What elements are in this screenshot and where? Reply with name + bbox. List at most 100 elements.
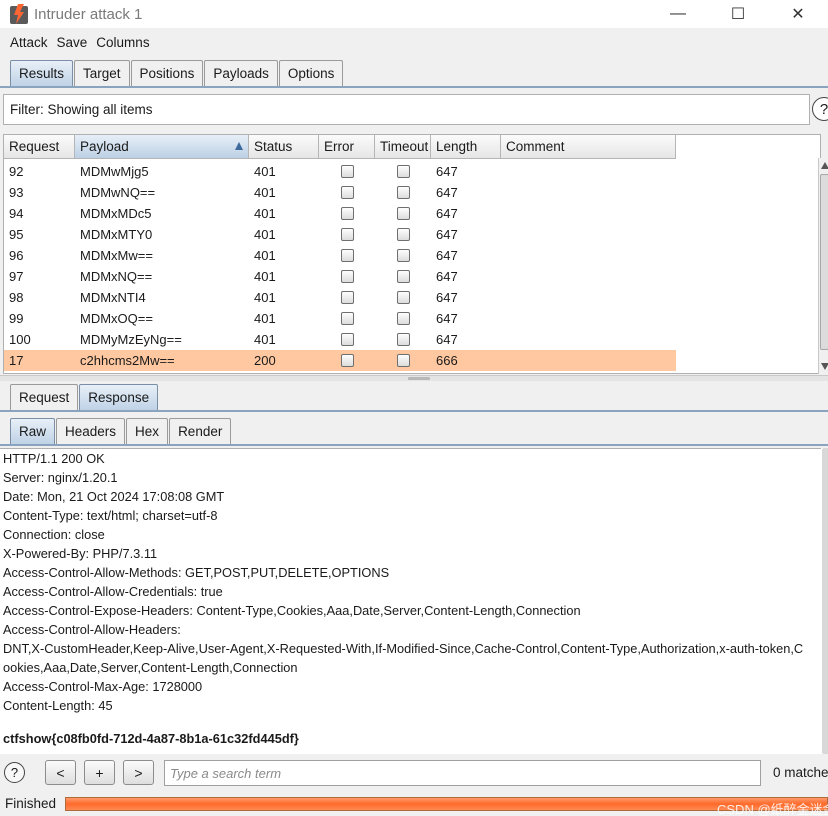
error-checkbox[interactable]: [340, 270, 354, 283]
search-input[interactable]: Type a search term: [164, 760, 761, 786]
timeout-checkbox[interactable]: [396, 354, 410, 367]
help-icon[interactable]: ?: [4, 762, 25, 783]
table-row[interactable]: 92 MDMwMjg5 401 647: [4, 161, 676, 182]
error-checkbox[interactable]: [340, 312, 354, 325]
error-checkbox[interactable]: [340, 291, 354, 304]
menu-attack[interactable]: Attack: [10, 35, 48, 50]
table-row[interactable]: 98 MDMxNTI4 401 647: [4, 287, 676, 308]
table-scrollbar[interactable]: [818, 158, 828, 374]
cell-error: [319, 245, 375, 266]
column-payload-label: Payload: [80, 139, 129, 154]
table-row[interactable]: 99 MDMxOQ== 401 647: [4, 308, 676, 329]
timeout-checkbox[interactable]: [396, 333, 410, 346]
scroll-thumb[interactable]: [820, 174, 828, 350]
cell-payload: MDMxMw==: [80, 248, 153, 263]
timeout-checkbox[interactable]: [396, 207, 410, 220]
table-row[interactable]: 100 MDMyMzEyNg== 401 647: [4, 329, 676, 350]
column-error[interactable]: Error: [319, 135, 375, 159]
cell-error: [319, 182, 375, 203]
tab-headers[interactable]: Headers: [56, 418, 126, 444]
column-status[interactable]: Status: [249, 135, 319, 159]
pane-splitter[interactable]: [0, 375, 828, 381]
column-comment[interactable]: Comment: [501, 135, 676, 159]
table-row[interactable]: 95 MDMxMTY0 401 647: [4, 224, 676, 245]
cell-error: [319, 329, 375, 350]
column-payload[interactable]: Payload: [75, 135, 249, 159]
cell-timeout: [375, 161, 431, 182]
next-match-button[interactable]: >: [123, 760, 154, 785]
watermark: CSDN @纸醉金迷金手指: [717, 802, 828, 816]
cell-payload: MDMxMTY0: [80, 227, 153, 242]
menu-save[interactable]: Save: [57, 35, 88, 50]
timeout-checkbox[interactable]: [396, 228, 410, 241]
cell-status: 401: [254, 185, 276, 200]
response-line: X-Powered-By: PHP/7.3.11: [3, 546, 158, 561]
timeout-checkbox[interactable]: [396, 165, 410, 178]
tab-positions[interactable]: Positions: [130, 60, 204, 86]
timeout-checkbox[interactable]: [396, 312, 410, 325]
tab-options[interactable]: Options: [278, 60, 344, 86]
cell-timeout: [375, 329, 431, 350]
cell-payload: MDMxNTI4: [80, 290, 146, 305]
error-checkbox[interactable]: [340, 165, 354, 178]
help-icon[interactable]: ?: [812, 97, 828, 121]
cell-request: 99: [9, 311, 24, 326]
window-title: Intruder attack 1: [34, 5, 143, 23]
error-checkbox[interactable]: [340, 249, 354, 262]
table-row[interactable]: 94 MDMxMDc5 401 647: [4, 203, 676, 224]
cell-status: 401: [254, 206, 276, 221]
splitter-grip[interactable]: [408, 377, 430, 380]
column-timeout[interactable]: Timeout: [375, 135, 431, 159]
tab-results[interactable]: Results: [10, 60, 74, 86]
cell-timeout: [375, 245, 431, 266]
cell-comment: [501, 287, 676, 308]
add-search-button[interactable]: +: [84, 760, 115, 785]
cell-timeout: [375, 287, 431, 308]
filter-bar[interactable]: Filter: Showing all items: [3, 94, 810, 125]
error-checkbox[interactable]: [340, 333, 354, 346]
response-body-flag: ctfshow{c08fb0fd-712d-4a87-8b1a-61c32fd4…: [3, 731, 299, 746]
tab-raw[interactable]: Raw: [10, 418, 56, 444]
tab-payloads[interactable]: Payloads: [204, 60, 278, 86]
menu-columns[interactable]: Columns: [96, 35, 149, 50]
response-scrollbar[interactable]: [821, 448, 828, 754]
match-count: 0 matches: [773, 765, 828, 780]
table-row[interactable]: 93 MDMwNQ== 401 647: [4, 182, 676, 203]
status-text: Finished: [5, 796, 57, 811]
tab-render[interactable]: Render: [169, 418, 232, 444]
error-checkbox[interactable]: [340, 186, 354, 199]
timeout-checkbox[interactable]: [396, 186, 410, 199]
timeout-checkbox[interactable]: [396, 270, 410, 283]
cell-status: 401: [254, 290, 276, 305]
response-scroll-thumb[interactable]: [822, 448, 828, 754]
scroll-up-icon[interactable]: [821, 162, 828, 169]
previous-match-button[interactable]: <: [45, 760, 76, 785]
results-table: Request Payload Status Error Timeout Len…: [3, 134, 821, 374]
tab-target[interactable]: Target: [74, 60, 130, 86]
table-row[interactable]: 96 MDMxMw== 401 647: [4, 245, 676, 266]
cell-comment: [501, 329, 676, 350]
cell-comment: [501, 203, 676, 224]
cell-status: 401: [254, 332, 276, 347]
tab-response[interactable]: Response: [79, 384, 159, 410]
cell-status: 401: [254, 269, 276, 284]
column-length[interactable]: Length: [431, 135, 501, 159]
tab-hex[interactable]: Hex: [126, 418, 169, 444]
timeout-checkbox[interactable]: [396, 291, 410, 304]
timeout-checkbox[interactable]: [396, 249, 410, 262]
response-editor[interactable]: HTTP/1.1 200 OK Server: nginx/1.20.1 Dat…: [0, 448, 821, 754]
scroll-down-icon[interactable]: [821, 363, 828, 370]
table-row-selected[interactable]: 17 c2hhcms2Mw== 200 666: [4, 350, 676, 371]
response-line: DNT,X-CustomHeader,Keep-Alive,User-Agent…: [3, 641, 804, 656]
error-checkbox[interactable]: [340, 207, 354, 220]
table-row[interactable]: 97 MDMxNQ== 401 647: [4, 266, 676, 287]
tab-request[interactable]: Request: [10, 384, 79, 410]
cell-request: 98: [9, 290, 24, 305]
column-request[interactable]: Request: [4, 135, 75, 159]
minimize-icon[interactable]: —: [648, 0, 708, 28]
cell-timeout: [375, 266, 431, 287]
maximize-icon[interactable]: ☐: [708, 0, 768, 28]
close-icon[interactable]: ✕: [768, 0, 828, 28]
error-checkbox[interactable]: [340, 228, 354, 241]
error-checkbox[interactable]: [340, 354, 354, 367]
